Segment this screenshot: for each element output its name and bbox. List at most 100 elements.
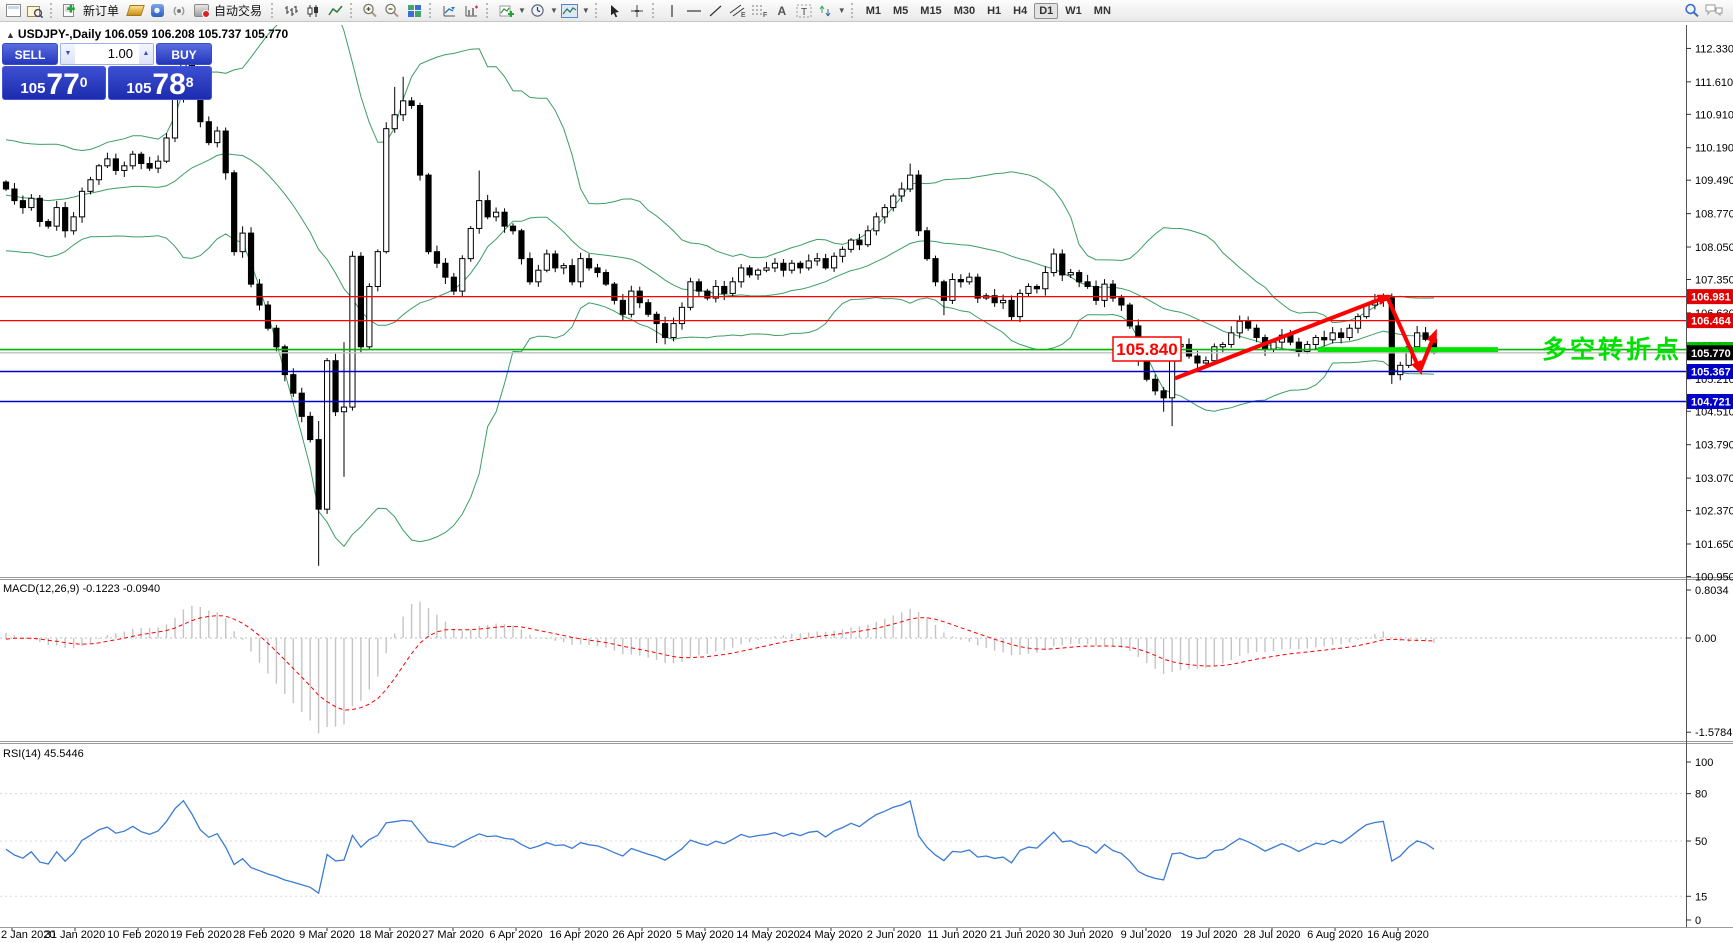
community-icon[interactable]: ☻: [147, 2, 167, 20]
candle: [281, 346, 288, 376]
fibonacci-icon[interactable]: F: [750, 2, 770, 20]
new-chart-icon[interactable]: [3, 2, 23, 20]
candle: [1092, 285, 1100, 301]
tab-timeframe-m15[interactable]: M15: [915, 3, 946, 19]
tab-timeframe-m30[interactable]: M30: [949, 3, 980, 19]
tab-timeframe-m5[interactable]: M5: [888, 3, 913, 19]
svg-text:0: 0: [1695, 915, 1701, 927]
data-window-icon[interactable]: [439, 2, 459, 20]
tab-timeframe-m1[interactable]: M1: [861, 3, 886, 19]
candle: [1329, 332, 1336, 341]
profiles-icon[interactable]: [25, 2, 45, 20]
price-axis[interactable]: 112.330 111.610 110.910 110.190 109.490 108.7…: [1686, 43, 1733, 927]
tab-timeframe-h1[interactable]: H1: [982, 3, 1006, 19]
macd-histogram: [0, 601, 1686, 734]
date-label: 6 Aug 2020: [1307, 929, 1363, 941]
period-icon[interactable]: [528, 2, 548, 20]
volume-down-button[interactable]: ▼: [61, 44, 75, 64]
search-icon[interactable]: [1682, 2, 1702, 20]
candle: [78, 190, 86, 218]
toolbar-separator: [350, 3, 355, 18]
sell-button[interactable]: SELL: [2, 43, 58, 65]
candle: [1042, 272, 1049, 290]
svg-text:105.367: 105.367: [1691, 367, 1731, 379]
gold-icon[interactable]: [125, 2, 145, 20]
vertical-line-icon[interactable]: [662, 2, 682, 20]
candle: [1059, 253, 1066, 276]
svg-text:102.370: 102.370: [1695, 506, 1733, 518]
line-chart-icon[interactable]: [325, 2, 345, 20]
zoom-out-icon[interactable]: [382, 2, 402, 20]
turning-point-label: 多空转折点: [1542, 335, 1682, 364]
dropdown-caret-icon[interactable]: ▼: [582, 6, 590, 15]
toolbar-separator: [594, 3, 600, 18]
toolbar-separator: [429, 3, 434, 18]
volume-stepper: ▼ 1.00 ▲: [60, 43, 154, 65]
candle: [1194, 355, 1201, 364]
buy-price-prefix: 105: [126, 80, 152, 97]
date-label: 24 May 2020: [799, 929, 863, 941]
candle: [738, 267, 745, 283]
chat-icon[interactable]: [1704, 2, 1724, 20]
candle: [881, 207, 888, 218]
autotrade-icon[interactable]: [191, 2, 211, 20]
new-order-icon[interactable]: [60, 2, 80, 20]
tab-timeframe-h4[interactable]: H4: [1008, 3, 1032, 19]
new-order-label[interactable]: 新订单: [83, 2, 119, 19]
candle: [932, 258, 939, 283]
candle: [569, 265, 576, 283]
tile-windows-icon[interactable]: [404, 2, 424, 20]
add-indicator-icon[interactable]: [496, 2, 516, 20]
cursor-icon[interactable]: [605, 2, 625, 20]
channel-icon[interactable]: E: [728, 2, 748, 20]
candle: [1076, 272, 1083, 283]
label-icon[interactable]: T: [794, 2, 814, 20]
price-chart[interactable]: 105.840 多空转折点 112.330 111.610 110.910 110.190…: [0, 0, 1733, 943]
candle: [416, 105, 424, 176]
tab-timeframe-w1[interactable]: W1: [1060, 3, 1087, 19]
collapse-quotes-icon[interactable]: ▲: [6, 30, 15, 40]
date-axis[interactable]: 2 Jan 202031 Jan 2020 10 Feb 2020 19 Feb 2…: [1, 928, 1429, 941]
buy-price[interactable]: 105 78 8: [108, 66, 212, 100]
trendline-icon[interactable]: [706, 2, 726, 20]
toolbar: 新订单 ☻ 自动交易 ▼ ▼ ▼ E F A T ▼ M1 M5 M15 M30…: [0, 0, 1733, 22]
signals-icon[interactable]: [169, 2, 189, 20]
candle: [957, 279, 964, 283]
volume-input[interactable]: 1.00: [75, 44, 139, 64]
candle: [856, 239, 863, 246]
dropdown-caret-icon[interactable]: ▼: [838, 6, 846, 15]
shapes-icon[interactable]: [816, 2, 836, 20]
template-icon[interactable]: [560, 2, 580, 20]
horizontal-line-icon[interactable]: [684, 2, 704, 20]
candle: [95, 165, 103, 181]
candle: [62, 207, 69, 232]
candle: [780, 262, 787, 271]
sell-price[interactable]: 105 77 0: [2, 66, 106, 100]
svg-text:111.610: 111.610: [1695, 77, 1733, 89]
tab-timeframe-d1[interactable]: D1: [1034, 2, 1059, 19]
tab-timeframe-mn[interactable]: MN: [1089, 3, 1116, 19]
dropdown-caret-icon[interactable]: ▼: [518, 6, 526, 15]
candle: [1050, 253, 1057, 274]
candle: [1338, 332, 1345, 338]
zoom-in-icon[interactable]: [360, 2, 380, 20]
candle: [1236, 320, 1243, 334]
rsi-label: RSI(14) 45.5446: [3, 748, 84, 760]
candle: [121, 165, 128, 171]
candle: [53, 207, 60, 227]
candle: [1025, 285, 1032, 294]
bar-chart-icon[interactable]: [281, 2, 301, 20]
crosshair-icon[interactable]: [627, 2, 647, 20]
dropdown-caret-icon[interactable]: ▼: [550, 6, 558, 15]
autotrade-label[interactable]: 自动交易: [214, 2, 262, 19]
buy-button[interactable]: BUY: [156, 43, 212, 65]
toolbar-separator: [651, 3, 657, 18]
navigator-icon[interactable]: [461, 2, 481, 20]
toolbar-separator: [486, 3, 491, 18]
candle: [222, 130, 229, 174]
candle-chart-icon[interactable]: [303, 2, 323, 20]
text-icon[interactable]: A: [772, 2, 792, 20]
svg-text:106.981: 106.981: [1691, 292, 1731, 304]
volume-up-button[interactable]: ▲: [139, 44, 153, 64]
candle: [1228, 332, 1235, 345]
